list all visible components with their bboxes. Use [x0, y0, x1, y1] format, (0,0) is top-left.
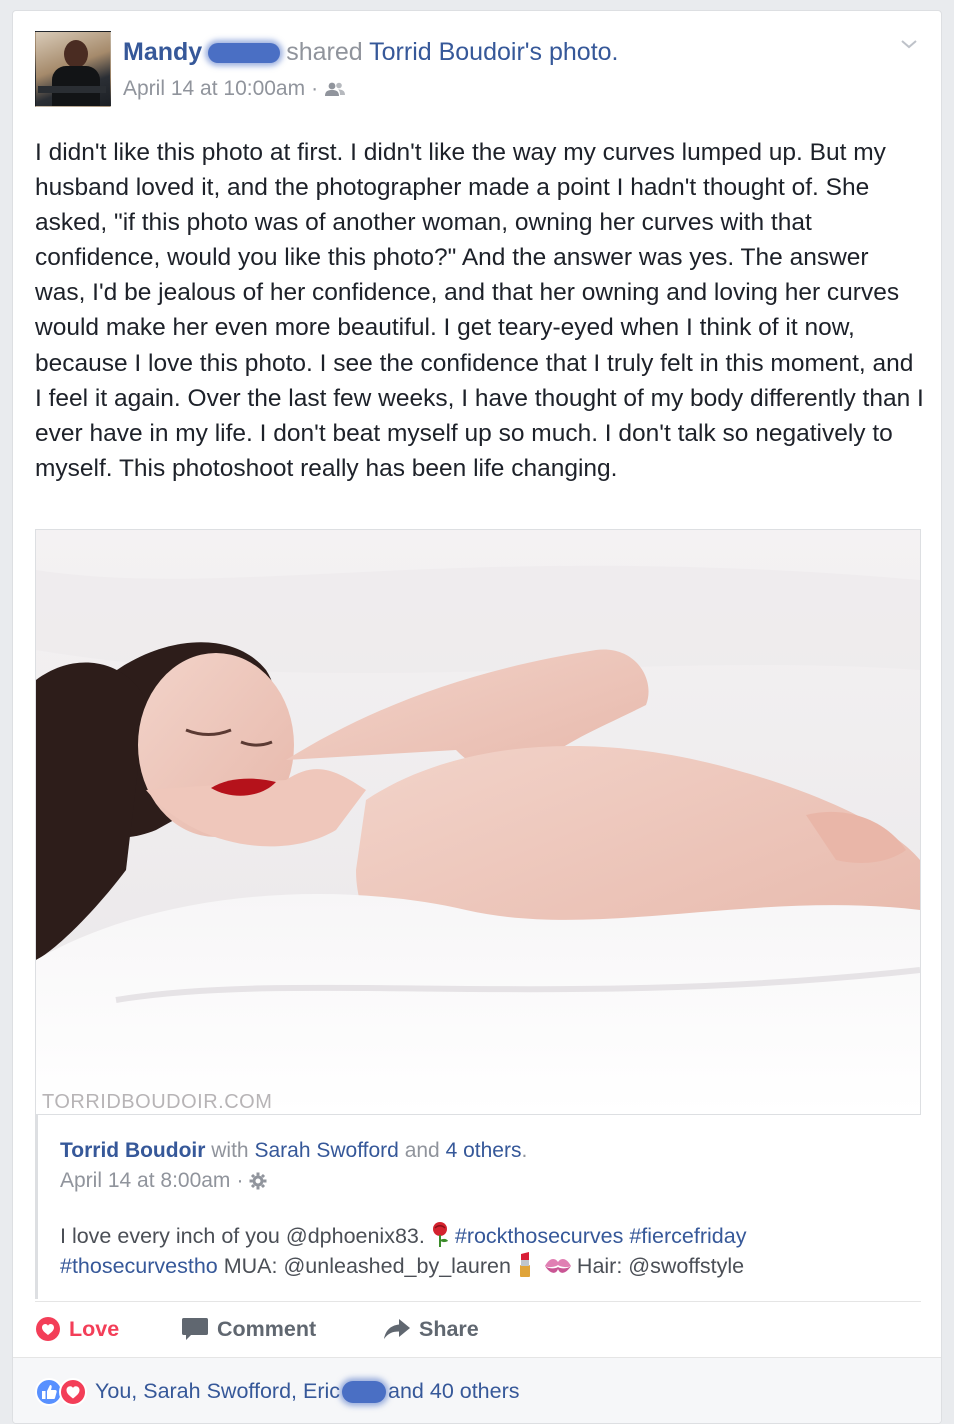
others-link[interactable]: 4 others — [446, 1139, 522, 1162]
reactions-names: You, Sarah Swofford, Eric — [95, 1379, 341, 1403]
lipstick-icon — [519, 1252, 530, 1277]
shared-post-box: Torrid Boudoir with Sarah Swofford and 4… — [35, 1115, 921, 1299]
post-card: Mandy shared Torrid Boudoir's photo. Apri… — [12, 10, 942, 1424]
shared-photo[interactable]: TORRIDBOUDOIR.COM — [35, 529, 921, 1115]
post-header: Mandy shared Torrid Boudoir's photo. — [123, 38, 619, 67]
love-heart-icon — [36, 1317, 60, 1341]
friends-icon[interactable] — [324, 81, 346, 97]
rose-icon — [432, 1222, 448, 1247]
post-timestamp[interactable]: April 14 at 10:00am — [123, 77, 305, 101]
reactions-others: and 40 others — [388, 1379, 520, 1403]
comment-button[interactable]: Comment — [181, 1317, 383, 1342]
post-body: I didn't like this photo at first. I did… — [35, 135, 925, 486]
and-text: and — [404, 1139, 440, 1162]
comment-bubble-icon — [182, 1318, 208, 1340]
reactions-summary[interactable]: You, Sarah Swofford, Eric and 40 others — [13, 1357, 941, 1423]
shared-meta-separator: · — [236, 1169, 244, 1192]
hashtag-link[interactable]: #fiercefriday — [629, 1224, 746, 1248]
shared-timestamp[interactable]: April 14 at 8:00am — [60, 1169, 230, 1193]
shared-verb: shared — [286, 38, 363, 66]
shared-caption: I love every inch of you @dphoenix83. #r… — [60, 1221, 910, 1281]
hashtag-link[interactable]: #thosecurvestho — [60, 1254, 218, 1278]
caption-text-1: I love every inch of you @dphoenix83. — [60, 1224, 425, 1248]
reactions-text[interactable]: You, Sarah Swofford, Eric and 40 others — [95, 1379, 520, 1404]
kiss-mark-icon — [544, 1258, 571, 1273]
love-label: Love — [69, 1316, 120, 1341]
share-label: Share — [419, 1316, 479, 1341]
share-arrow-icon — [384, 1319, 410, 1339]
public-gear-icon[interactable] — [249, 1172, 267, 1190]
shared-photo-link[interactable]: Torrid Boudoir's photo. — [369, 38, 618, 66]
shared-post-header: Torrid Boudoir with Sarah Swofford and 4… — [60, 1139, 527, 1163]
hashtag-link[interactable]: #rockthosecurves — [455, 1224, 624, 1248]
author-name-link[interactable]: Mandy — [123, 38, 202, 66]
author-avatar[interactable] — [35, 31, 111, 107]
love-reaction-icon — [59, 1377, 87, 1406]
shared-page-link[interactable]: Torrid Boudoir — [60, 1139, 205, 1162]
photo-watermark: TORRIDBOUDOIR.COM — [42, 1091, 272, 1113]
redacted-surname-blur — [342, 1380, 387, 1403]
avatar-banner-strip — [38, 86, 106, 93]
post-actions: Love Comment Share — [35, 1307, 921, 1351]
shared-head-period: . — [521, 1139, 528, 1162]
shared-post-meta: April 14 at 8:00am · — [60, 1169, 267, 1193]
love-button[interactable]: Love — [35, 1316, 181, 1342]
with-text: with — [211, 1139, 249, 1162]
photo-illustration: TORRIDBOUDOIR.COM — [36, 530, 920, 1114]
caption-text-3: Hair: @swoffstyle — [576, 1254, 745, 1278]
reaction-icons — [35, 1377, 87, 1406]
caption-text-2: MUA: @unleashed_by_lauren — [223, 1254, 511, 1278]
comment-label: Comment — [217, 1316, 317, 1341]
tagged-person-link[interactable]: Sarah Swofford — [254, 1139, 398, 1162]
meta-separator: · — [311, 77, 319, 100]
post-meta: April 14 at 10:00am · — [123, 77, 346, 101]
redacted-surname-blur — [208, 43, 281, 64]
actions-divider — [35, 1301, 921, 1302]
chevron-down-icon[interactable] — [899, 37, 919, 51]
share-button[interactable]: Share — [383, 1317, 479, 1342]
avatar-head-shape — [64, 40, 88, 68]
post-body-paragraph: I didn't like this photo at first. I did… — [35, 139, 924, 482]
